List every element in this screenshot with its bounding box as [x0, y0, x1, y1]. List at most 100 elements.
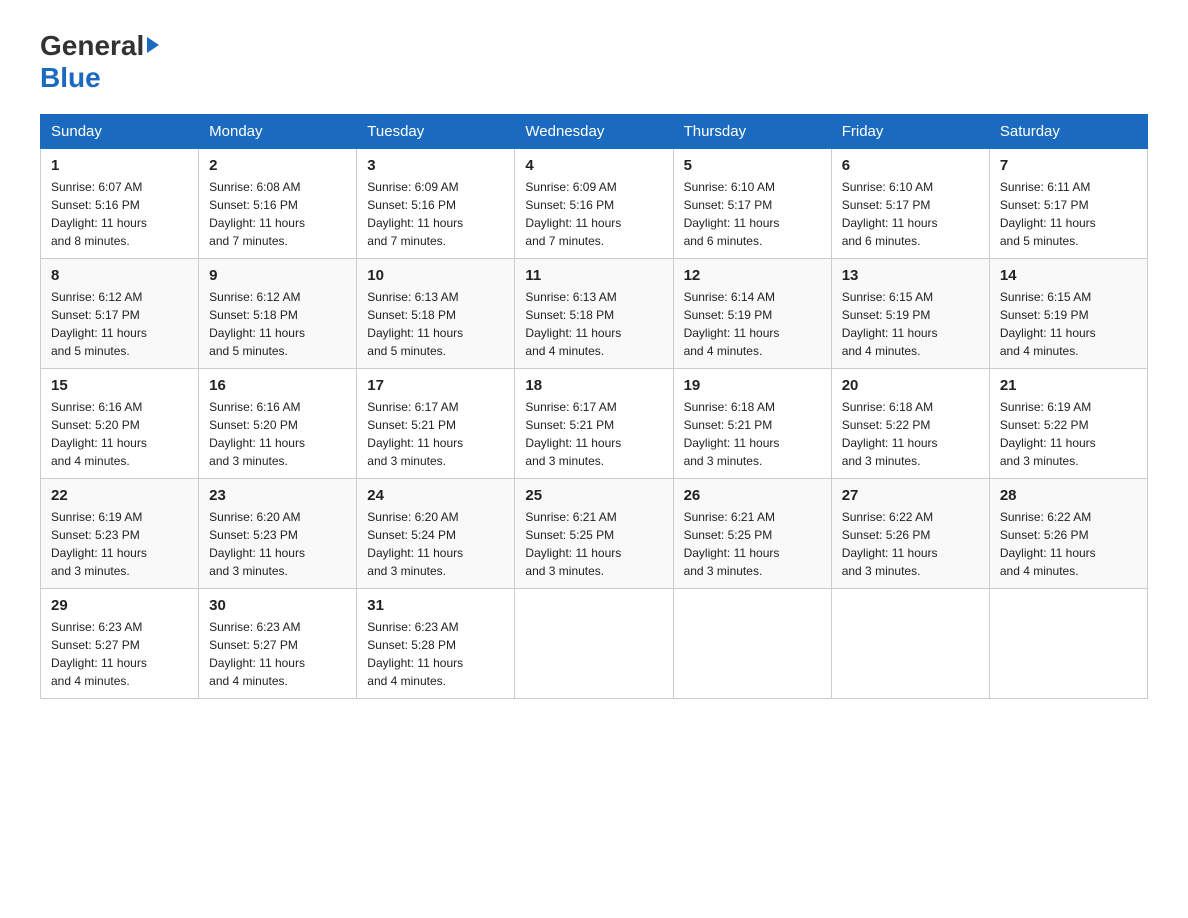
- calendar-cell: 8 Sunrise: 6:12 AMSunset: 5:17 PMDayligh…: [41, 259, 199, 369]
- calendar-cell: 16 Sunrise: 6:16 AMSunset: 5:20 PMDaylig…: [199, 369, 357, 479]
- day-info: Sunrise: 6:10 AMSunset: 5:17 PMDaylight:…: [842, 180, 938, 248]
- day-info: Sunrise: 6:11 AMSunset: 5:17 PMDaylight:…: [1000, 180, 1096, 248]
- day-info: Sunrise: 6:17 AMSunset: 5:21 PMDaylight:…: [525, 400, 621, 468]
- logo-blue-line: Blue: [40, 62, 101, 94]
- day-info: Sunrise: 6:23 AMSunset: 5:27 PMDaylight:…: [209, 620, 305, 688]
- calendar-cell: 29 Sunrise: 6:23 AMSunset: 5:27 PMDaylig…: [41, 589, 199, 699]
- calendar-cell: 12 Sunrise: 6:14 AMSunset: 5:19 PMDaylig…: [673, 259, 831, 369]
- day-number: 28: [1000, 487, 1137, 504]
- week-row-5: 29 Sunrise: 6:23 AMSunset: 5:27 PMDaylig…: [41, 589, 1148, 699]
- day-info: Sunrise: 6:21 AMSunset: 5:25 PMDaylight:…: [525, 510, 621, 578]
- calendar-cell: 5 Sunrise: 6:10 AMSunset: 5:17 PMDayligh…: [673, 149, 831, 259]
- calendar-cell: [673, 589, 831, 699]
- day-number: 5: [684, 157, 821, 174]
- day-number: 24: [367, 487, 504, 504]
- day-number: 15: [51, 377, 188, 394]
- calendar-cell: 26 Sunrise: 6:21 AMSunset: 5:25 PMDaylig…: [673, 479, 831, 589]
- calendar-cell: 17 Sunrise: 6:17 AMSunset: 5:21 PMDaylig…: [357, 369, 515, 479]
- day-info: Sunrise: 6:09 AMSunset: 5:16 PMDaylight:…: [525, 180, 621, 248]
- day-info: Sunrise: 6:07 AMSunset: 5:16 PMDaylight:…: [51, 180, 147, 248]
- calendar-cell: 22 Sunrise: 6:19 AMSunset: 5:23 PMDaylig…: [41, 479, 199, 589]
- calendar-cell: 9 Sunrise: 6:12 AMSunset: 5:18 PMDayligh…: [199, 259, 357, 369]
- calendar-cell: 18 Sunrise: 6:17 AMSunset: 5:21 PMDaylig…: [515, 369, 673, 479]
- calendar-cell: 15 Sunrise: 6:16 AMSunset: 5:20 PMDaylig…: [41, 369, 199, 479]
- day-info: Sunrise: 6:09 AMSunset: 5:16 PMDaylight:…: [367, 180, 463, 248]
- logo-blue: Blue: [40, 62, 101, 93]
- calendar-cell: [989, 589, 1147, 699]
- day-number: 25: [525, 487, 662, 504]
- calendar-cell: 13 Sunrise: 6:15 AMSunset: 5:19 PMDaylig…: [831, 259, 989, 369]
- col-header-friday: Friday: [831, 115, 989, 149]
- day-info: Sunrise: 6:19 AMSunset: 5:23 PMDaylight:…: [51, 510, 147, 578]
- calendar-cell: 20 Sunrise: 6:18 AMSunset: 5:22 PMDaylig…: [831, 369, 989, 479]
- day-number: 29: [51, 597, 188, 614]
- day-number: 22: [51, 487, 188, 504]
- day-number: 11: [525, 267, 662, 284]
- day-number: 17: [367, 377, 504, 394]
- day-number: 23: [209, 487, 346, 504]
- calendar-cell: 24 Sunrise: 6:20 AMSunset: 5:24 PMDaylig…: [357, 479, 515, 589]
- day-number: 20: [842, 377, 979, 394]
- col-header-monday: Monday: [199, 115, 357, 149]
- day-info: Sunrise: 6:18 AMSunset: 5:21 PMDaylight:…: [684, 400, 780, 468]
- calendar-body: 1 Sunrise: 6:07 AMSunset: 5:16 PMDayligh…: [41, 149, 1148, 699]
- calendar-cell: 31 Sunrise: 6:23 AMSunset: 5:28 PMDaylig…: [357, 589, 515, 699]
- calendar-cell: 6 Sunrise: 6:10 AMSunset: 5:17 PMDayligh…: [831, 149, 989, 259]
- logo-general: General: [40, 30, 144, 62]
- day-info: Sunrise: 6:14 AMSunset: 5:19 PMDaylight:…: [684, 290, 780, 358]
- day-number: 14: [1000, 267, 1137, 284]
- day-info: Sunrise: 6:16 AMSunset: 5:20 PMDaylight:…: [51, 400, 147, 468]
- day-info: Sunrise: 6:15 AMSunset: 5:19 PMDaylight:…: [1000, 290, 1096, 358]
- day-number: 16: [209, 377, 346, 394]
- day-number: 31: [367, 597, 504, 614]
- day-info: Sunrise: 6:21 AMSunset: 5:25 PMDaylight:…: [684, 510, 780, 578]
- day-info: Sunrise: 6:22 AMSunset: 5:26 PMDaylight:…: [842, 510, 938, 578]
- calendar-cell: 2 Sunrise: 6:08 AMSunset: 5:16 PMDayligh…: [199, 149, 357, 259]
- calendar-cell: [831, 589, 989, 699]
- day-number: 26: [684, 487, 821, 504]
- day-info: Sunrise: 6:13 AMSunset: 5:18 PMDaylight:…: [367, 290, 463, 358]
- col-header-sunday: Sunday: [41, 115, 199, 149]
- calendar-cell: 10 Sunrise: 6:13 AMSunset: 5:18 PMDaylig…: [357, 259, 515, 369]
- page-header: General Blue: [40, 30, 1148, 94]
- calendar-cell: 25 Sunrise: 6:21 AMSunset: 5:25 PMDaylig…: [515, 479, 673, 589]
- calendar-cell: 3 Sunrise: 6:09 AMSunset: 5:16 PMDayligh…: [357, 149, 515, 259]
- week-row-3: 15 Sunrise: 6:16 AMSunset: 5:20 PMDaylig…: [41, 369, 1148, 479]
- calendar-cell: 28 Sunrise: 6:22 AMSunset: 5:26 PMDaylig…: [989, 479, 1147, 589]
- col-header-thursday: Thursday: [673, 115, 831, 149]
- calendar-cell: 1 Sunrise: 6:07 AMSunset: 5:16 PMDayligh…: [41, 149, 199, 259]
- calendar-cell: [515, 589, 673, 699]
- day-info: Sunrise: 6:12 AMSunset: 5:18 PMDaylight:…: [209, 290, 305, 358]
- day-info: Sunrise: 6:10 AMSunset: 5:17 PMDaylight:…: [684, 180, 780, 248]
- day-number: 1: [51, 157, 188, 174]
- day-info: Sunrise: 6:20 AMSunset: 5:24 PMDaylight:…: [367, 510, 463, 578]
- logo-top-line: General: [40, 30, 159, 62]
- day-number: 12: [684, 267, 821, 284]
- day-number: 21: [1000, 377, 1137, 394]
- day-number: 27: [842, 487, 979, 504]
- calendar-cell: 19 Sunrise: 6:18 AMSunset: 5:21 PMDaylig…: [673, 369, 831, 479]
- calendar-header: SundayMondayTuesdayWednesdayThursdayFrid…: [41, 115, 1148, 149]
- logo: General Blue: [40, 30, 159, 94]
- day-info: Sunrise: 6:18 AMSunset: 5:22 PMDaylight:…: [842, 400, 938, 468]
- calendar-table: SundayMondayTuesdayWednesdayThursdayFrid…: [40, 114, 1148, 699]
- day-number: 3: [367, 157, 504, 174]
- day-number: 8: [51, 267, 188, 284]
- week-row-1: 1 Sunrise: 6:07 AMSunset: 5:16 PMDayligh…: [41, 149, 1148, 259]
- calendar-cell: 23 Sunrise: 6:20 AMSunset: 5:23 PMDaylig…: [199, 479, 357, 589]
- day-number: 7: [1000, 157, 1137, 174]
- calendar-cell: 27 Sunrise: 6:22 AMSunset: 5:26 PMDaylig…: [831, 479, 989, 589]
- calendar-cell: 14 Sunrise: 6:15 AMSunset: 5:19 PMDaylig…: [989, 259, 1147, 369]
- calendar-cell: 11 Sunrise: 6:13 AMSunset: 5:18 PMDaylig…: [515, 259, 673, 369]
- day-number: 30: [209, 597, 346, 614]
- day-info: Sunrise: 6:22 AMSunset: 5:26 PMDaylight:…: [1000, 510, 1096, 578]
- day-info: Sunrise: 6:13 AMSunset: 5:18 PMDaylight:…: [525, 290, 621, 358]
- calendar-cell: 21 Sunrise: 6:19 AMSunset: 5:22 PMDaylig…: [989, 369, 1147, 479]
- day-info: Sunrise: 6:23 AMSunset: 5:27 PMDaylight:…: [51, 620, 147, 688]
- day-info: Sunrise: 6:08 AMSunset: 5:16 PMDaylight:…: [209, 180, 305, 248]
- day-number: 13: [842, 267, 979, 284]
- calendar-cell: 30 Sunrise: 6:23 AMSunset: 5:27 PMDaylig…: [199, 589, 357, 699]
- calendar-cell: 7 Sunrise: 6:11 AMSunset: 5:17 PMDayligh…: [989, 149, 1147, 259]
- day-info: Sunrise: 6:19 AMSunset: 5:22 PMDaylight:…: [1000, 400, 1096, 468]
- day-info: Sunrise: 6:12 AMSunset: 5:17 PMDaylight:…: [51, 290, 147, 358]
